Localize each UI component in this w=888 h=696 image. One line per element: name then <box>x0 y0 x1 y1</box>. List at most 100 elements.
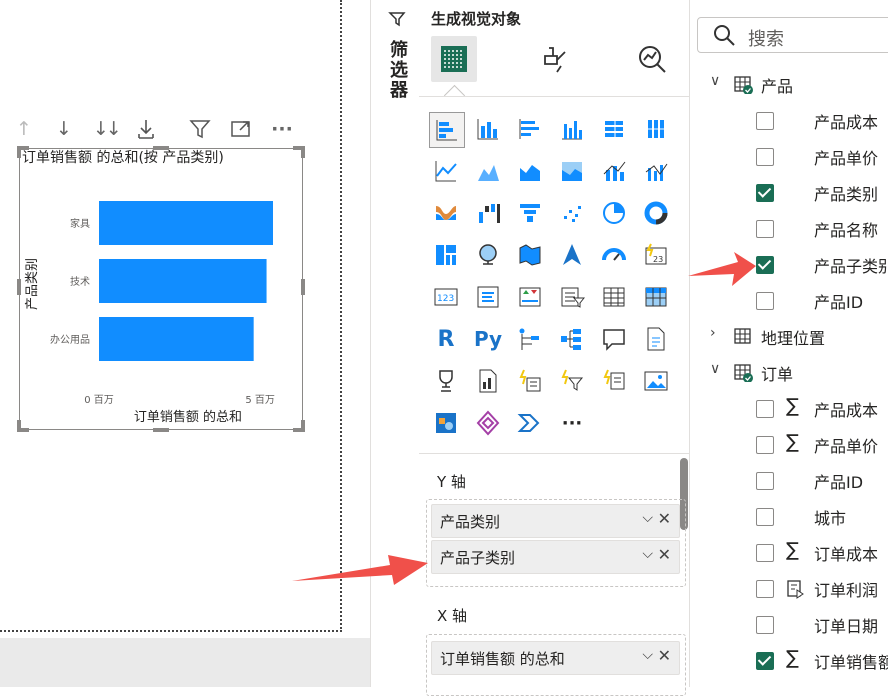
field-row[interactable]: ∑ 产品成本 <box>690 391 888 427</box>
clustered-column-chart-icon[interactable] <box>555 112 589 146</box>
line-and-clustered-column-icon[interactable] <box>639 154 673 188</box>
map-icon[interactable] <box>471 238 505 272</box>
field-checkbox[interactable] <box>756 544 774 562</box>
expand-hierarchy-icon[interactable] <box>135 118 157 140</box>
field-row[interactable]: 产品类别 <box>690 175 888 211</box>
ribbon-chart-icon[interactable] <box>429 196 463 230</box>
decomposition-tree-icon[interactable] <box>555 322 589 356</box>
r-script-visual-icon[interactable]: R <box>429 322 463 356</box>
table-node[interactable]: › 地理位置 <box>690 319 888 355</box>
paginated-visual-icon[interactable] <box>471 364 505 398</box>
field-chip[interactable]: 订单销售额 的总和 ⌵ ✕ <box>431 641 680 675</box>
trophy-goals-icon[interactable] <box>429 364 463 398</box>
bar[interactable] <box>99 201 273 245</box>
field-checkbox[interactable] <box>756 436 774 454</box>
table-node[interactable]: ∨ 产品 <box>690 67 888 103</box>
power-apps-visual-icon[interactable] <box>471 406 505 440</box>
focus-mode-icon[interactable] <box>230 118 252 140</box>
stacked-bar-chart-icon[interactable] <box>429 112 465 148</box>
field-chip[interactable]: 产品子类别 ⌵ ✕ <box>431 540 680 574</box>
power-automate-icon[interactable] <box>555 364 589 398</box>
funnel-chart-icon[interactable] <box>513 196 547 230</box>
slicer-icon[interactable] <box>555 280 589 314</box>
field-checkbox[interactable] <box>756 184 774 202</box>
table-node[interactable]: ∨ 订单 <box>690 355 888 391</box>
qna-icon[interactable] <box>597 322 631 356</box>
arrow-up-icon[interactable]: ↑ <box>13 118 35 140</box>
field-row[interactable]: 城市 <box>690 499 888 535</box>
chevron-down-icon[interactable]: ⌵ <box>642 647 653 663</box>
multi-row-card-icon[interactable] <box>471 280 505 314</box>
image-visual-icon[interactable] <box>639 364 673 398</box>
python-visual-icon[interactable]: Py <box>471 322 505 356</box>
y-axis-well[interactable]: 产品类别 ⌵ ✕ 产品子类别 ⌵ ✕ <box>426 499 686 587</box>
waterfall-chart-icon[interactable] <box>471 196 505 230</box>
field-checkbox[interactable] <box>756 580 774 598</box>
close-icon[interactable]: ✕ <box>658 646 671 665</box>
analytics-icon[interactable] <box>629 36 675 82</box>
field-checkbox[interactable] <box>756 292 774 310</box>
power-automate-visual-icon[interactable] <box>513 406 547 440</box>
field-row[interactable]: ∑ 订单销售额 <box>690 643 888 679</box>
search-input[interactable]: 搜索 <box>697 17 888 53</box>
field-checkbox[interactable] <box>756 400 774 418</box>
field-row[interactable]: ∑ 订单成本 <box>690 535 888 571</box>
table-icon[interactable] <box>597 280 631 314</box>
arcgis-map-icon[interactable] <box>429 406 463 440</box>
more-visuals-icon[interactable]: ··· <box>555 406 589 440</box>
chevron-down-icon[interactable]: ⌵ <box>642 510 653 526</box>
scatter-chart-icon[interactable] <box>555 196 589 230</box>
line-chart-icon[interactable] <box>429 154 463 188</box>
100-stacked-area-icon[interactable] <box>555 154 589 188</box>
double-arrow-down-icon[interactable]: ↓↓ <box>93 118 122 140</box>
field-row[interactable]: 产品单价 <box>690 139 888 175</box>
close-icon[interactable]: ✕ <box>658 545 671 564</box>
matrix-icon[interactable] <box>639 280 673 314</box>
chevron-down-icon[interactable]: ∨ <box>710 73 720 89</box>
field-row[interactable]: 产品名称 <box>690 211 888 247</box>
build-visual-icon[interactable] <box>431 36 477 82</box>
clustered-bar-chart-icon[interactable] <box>513 112 547 146</box>
stacked-column-chart-icon[interactable] <box>471 112 505 146</box>
field-checkbox[interactable] <box>756 220 774 238</box>
format-visual-icon[interactable] <box>531 36 577 82</box>
field-row[interactable]: 产品ID <box>690 463 888 499</box>
field-checkbox[interactable] <box>756 148 774 166</box>
filled-map-icon[interactable] <box>513 238 547 272</box>
field-checkbox[interactable] <box>756 472 774 490</box>
card-icon[interactable]: 123 <box>429 280 463 314</box>
100-stacked-column-icon[interactable] <box>639 112 673 146</box>
bar-chart-visual[interactable]: 订单销售额 的总和(按 产品类别) 家具 技术 办公用品 0 百万 5 百万 订单销售额 … <box>17 146 305 432</box>
area-chart-icon[interactable] <box>471 154 505 188</box>
field-checkbox[interactable] <box>756 112 774 130</box>
stacked-area-chart-icon[interactable] <box>513 154 547 188</box>
field-checkbox[interactable] <box>756 652 774 670</box>
chevron-down-icon[interactable]: ∨ <box>710 361 720 377</box>
donut-chart-icon[interactable] <box>639 196 673 230</box>
field-row[interactable]: 订单日期 <box>690 607 888 643</box>
kpi-icon[interactable] <box>513 280 547 314</box>
more-options-icon[interactable]: ··· <box>271 118 293 140</box>
gauge-icon[interactable] <box>597 238 631 272</box>
pie-chart-icon[interactable] <box>597 196 631 230</box>
paginated-report-icon[interactable] <box>639 322 673 356</box>
filter-icon[interactable] <box>189 118 211 140</box>
smart-narrative-card-icon[interactable]: 23 <box>639 238 673 272</box>
chevron-down-icon[interactable]: ⌵ <box>642 546 653 562</box>
100-stacked-bar-icon[interactable] <box>597 112 631 146</box>
field-checkbox[interactable] <box>756 616 774 634</box>
field-checkbox[interactable] <box>756 508 774 526</box>
azure-map-icon[interactable] <box>555 238 589 272</box>
field-row[interactable]: 产品成本 <box>690 103 888 139</box>
chevron-right-icon[interactable]: › <box>710 325 716 341</box>
close-icon[interactable]: ✕ <box>658 509 671 528</box>
bar[interactable] <box>99 317 254 361</box>
key-influencers-icon[interactable] <box>513 322 547 356</box>
field-chip[interactable]: 产品类别 ⌵ ✕ <box>431 504 680 538</box>
arrow-down-icon[interactable]: ↓ <box>53 118 75 140</box>
treemap-icon[interactable] <box>429 238 463 272</box>
smart-filter-icon[interactable] <box>597 364 631 398</box>
line-and-stacked-column-icon[interactable] <box>597 154 631 188</box>
bar[interactable] <box>99 259 267 303</box>
field-checkbox[interactable] <box>756 256 774 274</box>
